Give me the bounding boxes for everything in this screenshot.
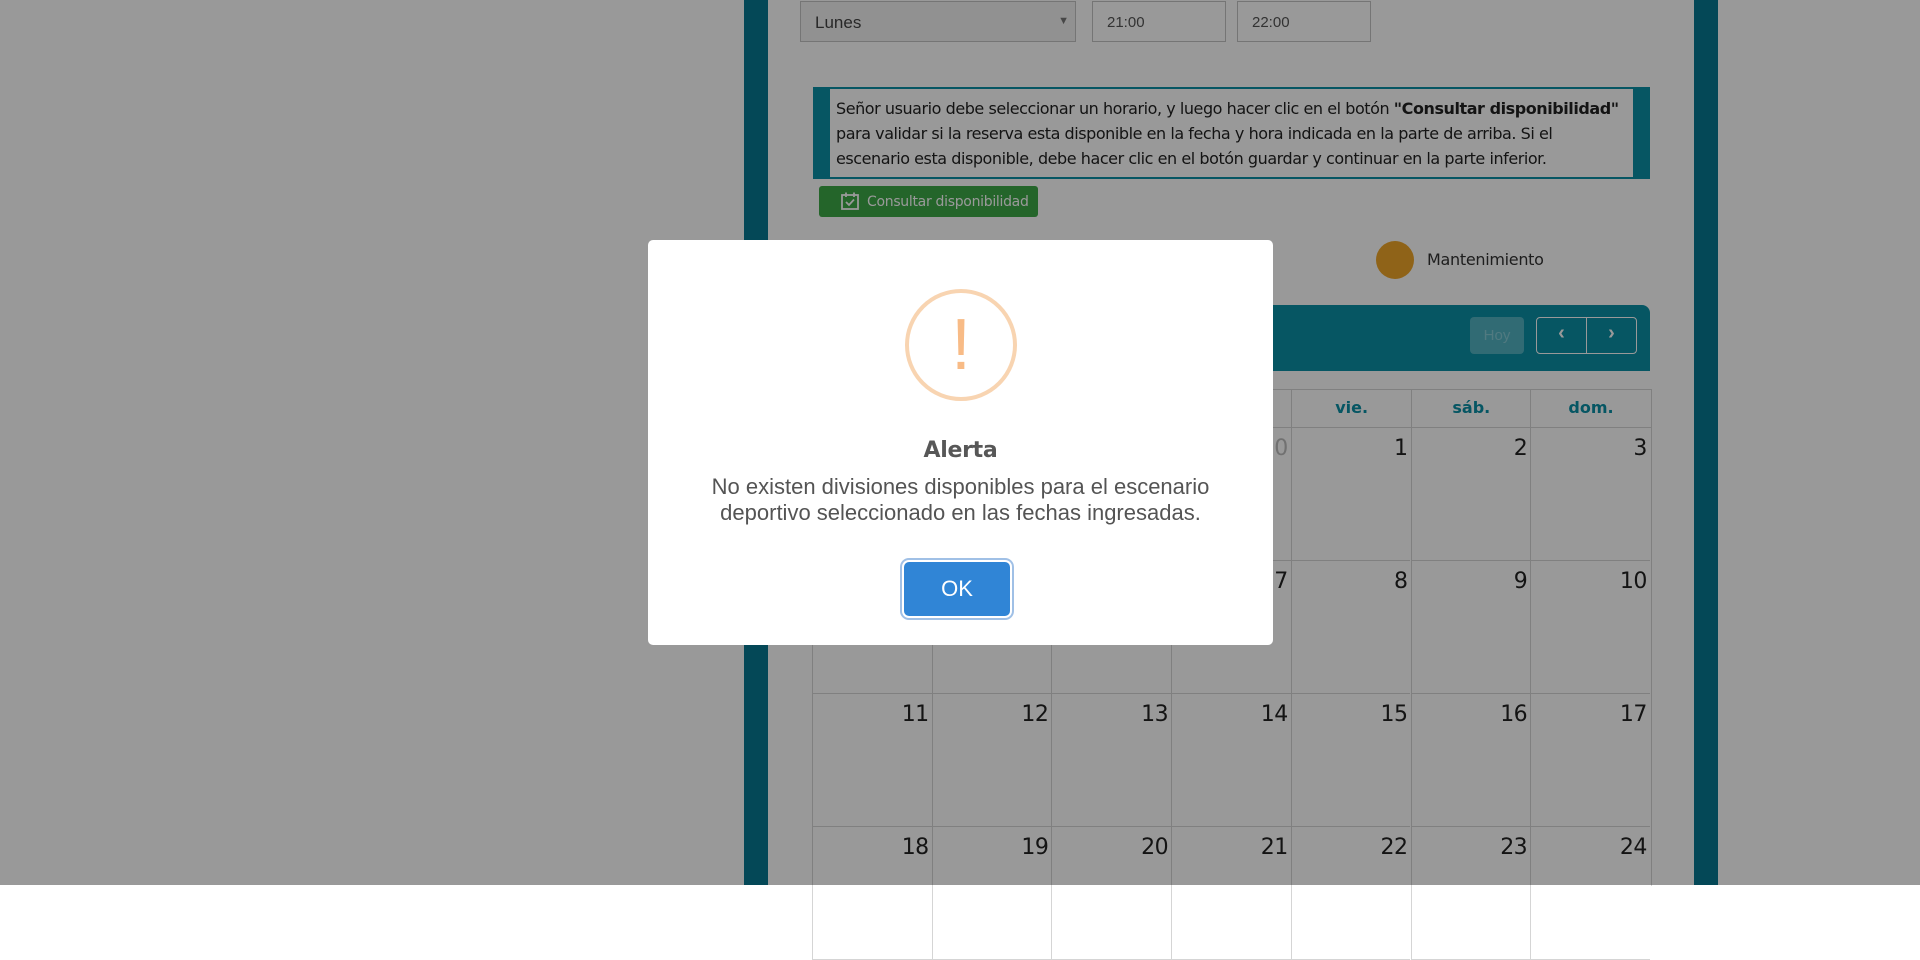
page-background: Lunes ▼ 21:00 22:00 Señor usuario debe s… <box>0 0 1920 960</box>
warning-icon: ! <box>905 289 1017 401</box>
alert-title: Alerta <box>923 438 998 463</box>
ok-button[interactable]: OK <box>904 562 1010 616</box>
alert-message: No existen divisiones disponibles para e… <box>711 474 1210 525</box>
alert-dialog: ! Alerta No existen divisiones disponibl… <box>648 240 1273 645</box>
